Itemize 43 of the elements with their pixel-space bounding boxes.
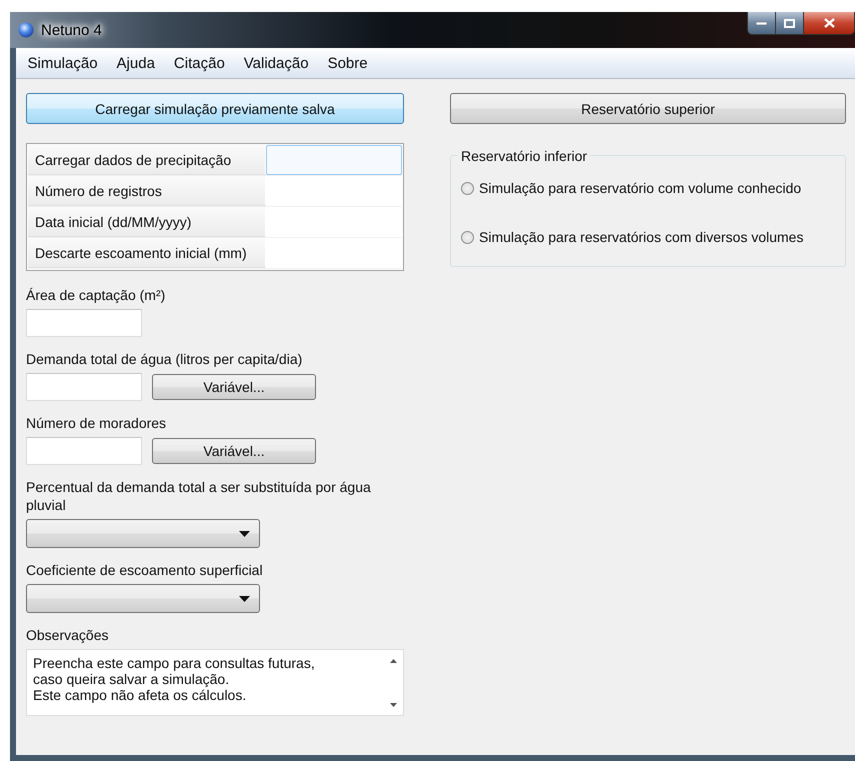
radio-button[interactable] xyxy=(461,230,474,244)
row-header: Data inicial (dd/MM/yyyy) xyxy=(28,207,266,237)
radio-button[interactable] xyxy=(461,182,474,194)
menu-item[interactable]: Validação xyxy=(234,54,318,72)
window-title: Netuno 4 xyxy=(41,22,102,38)
field-label: Percentual da demanda total a ser substituída por água pluvial xyxy=(26,478,372,514)
notes-field[interactable]: Preencha este campo para consultas futuras, caso queira salvar a simulação. Este campo não afeta os cálculos. xyxy=(26,649,404,716)
app-icon xyxy=(18,22,34,38)
load-simulation-button[interactable]: Carregar simulação previamente salva xyxy=(26,93,404,124)
row-header: Descarte escoamento inicial (mm) xyxy=(28,238,266,268)
field-label: Observações xyxy=(26,626,110,644)
menu-item[interactable]: Citação xyxy=(164,54,234,72)
row-header: Carregar dados de precipitação xyxy=(28,145,266,175)
dropdown[interactable] xyxy=(26,519,260,548)
maximize-button[interactable] xyxy=(776,12,804,34)
radio-label[interactable]: Simulação para reservatório com volume conhecido xyxy=(479,180,802,196)
upper-reservoir-button[interactable]: Reservatório superior xyxy=(450,93,846,124)
field-label: Demanda total de água (litros per capita/dia) xyxy=(26,350,304,368)
minimize-button[interactable] xyxy=(748,12,776,34)
close-icon xyxy=(824,18,834,28)
menu-item[interactable]: Simulação xyxy=(18,54,108,72)
variable-button[interactable]: Variável... xyxy=(152,374,316,400)
input-field[interactable] xyxy=(26,309,142,337)
menu-item[interactable]: Ajuda xyxy=(107,54,164,72)
group-title: Reservatório inferior xyxy=(458,148,590,164)
menu-item[interactable]: Sobre xyxy=(318,54,378,72)
maximize-icon xyxy=(784,18,795,28)
field-label: Número de moradores xyxy=(26,414,168,432)
input-field[interactable] xyxy=(26,373,142,401)
table-cell[interactable] xyxy=(266,145,402,175)
input-field[interactable] xyxy=(26,437,142,465)
dropdown[interactable] xyxy=(26,584,260,613)
variable-button[interactable]: Variável... xyxy=(152,438,316,464)
close-button[interactable] xyxy=(804,12,854,34)
minimize-icon xyxy=(756,22,767,24)
row-header: Número de registros xyxy=(28,176,266,206)
radio-label[interactable]: Simulação para reservatórios com diversos volumes xyxy=(479,229,804,245)
scroll-up-icon[interactable] xyxy=(390,659,396,663)
field-label: Coeficiente de escoamento superficial xyxy=(26,561,264,579)
scroll-down-icon[interactable] xyxy=(390,703,396,707)
field-label: Área de captação (m²) xyxy=(26,286,166,304)
caret-icon xyxy=(239,596,250,602)
caret-icon xyxy=(239,531,250,537)
